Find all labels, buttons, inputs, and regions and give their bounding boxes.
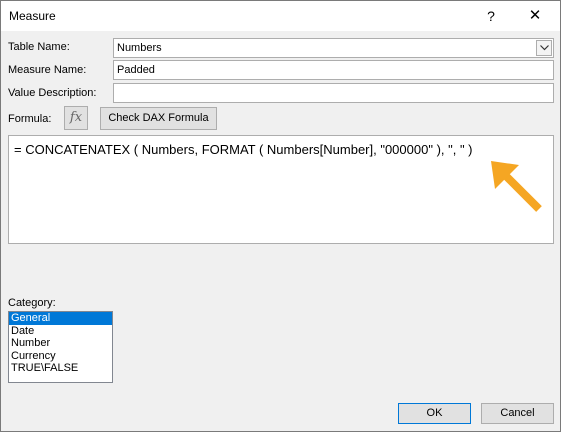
category-label: Category: — [8, 297, 56, 309]
annotation-arrow-icon — [491, 161, 542, 212]
formula-text: = CONCATENATEX ( Numbers, FORMAT ( Numbe… — [14, 142, 473, 157]
measure-name-value: Padded — [117, 64, 155, 76]
category-option-number[interactable]: Number — [9, 337, 112, 350]
category-listbox[interactable]: General Date Number Currency TRUE\FALSE — [8, 311, 113, 383]
measure-dialog: Measure ? ✕ Table Name: Numbers Measure … — [0, 0, 561, 432]
title-bar: Measure ? ✕ — [1, 1, 560, 31]
formula-editor[interactable]: = CONCATENATEX ( Numbers, FORMAT ( Numbe… — [8, 135, 554, 244]
category-option-currency[interactable]: Currency — [9, 350, 112, 363]
close-button[interactable]: ✕ — [524, 6, 546, 26]
category-option-general[interactable]: General — [9, 312, 112, 325]
value-description-label: Value Description: — [8, 87, 97, 99]
dialog-title: Measure — [9, 9, 56, 23]
measure-name-input[interactable]: Padded — [113, 60, 554, 80]
ok-button[interactable]: OK — [398, 403, 471, 424]
category-option-truefalse[interactable]: TRUE\FALSE — [9, 362, 112, 375]
table-name-combobox[interactable]: Numbers — [113, 38, 554, 58]
value-description-input[interactable] — [113, 83, 554, 103]
fx-button[interactable]: fx — [64, 106, 88, 130]
help-button[interactable]: ? — [481, 6, 501, 26]
chevron-down-icon[interactable] — [536, 40, 552, 56]
measure-name-label: Measure Name: — [8, 64, 87, 76]
function-icon: fx — [69, 110, 83, 125]
category-option-date[interactable]: Date — [9, 325, 112, 338]
table-name-label: Table Name: — [8, 41, 70, 53]
table-name-value: Numbers — [117, 42, 162, 54]
formula-label: Formula: — [8, 113, 52, 125]
cancel-button[interactable]: Cancel — [481, 403, 554, 424]
check-dax-formula-button[interactable]: Check DAX Formula — [100, 107, 217, 130]
